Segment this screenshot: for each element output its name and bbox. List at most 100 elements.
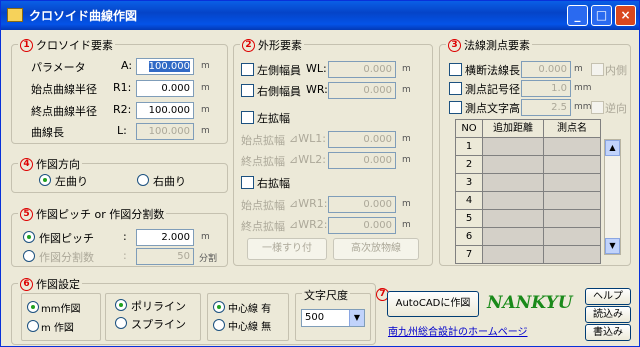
inside-checkbox[interactable]: [591, 63, 604, 76]
table-cell-distance[interactable]: [482, 137, 544, 156]
table-scrollbar[interactable]: ▲ ▼: [604, 139, 621, 255]
settings-title: 作図設定: [36, 278, 80, 291]
section-number-2: 2: [242, 38, 255, 52]
table-cell-name[interactable]: [543, 209, 601, 228]
table-cell-name[interactable]: [543, 137, 601, 156]
right-curve-radio[interactable]: [137, 174, 149, 186]
table-cell-distance[interactable]: [482, 209, 544, 228]
table-header-name: 測点名: [543, 119, 601, 138]
left-widen-start-input[interactable]: 0.000: [328, 131, 396, 148]
left-width-label: 左側幅員: [257, 64, 301, 77]
homepage-link[interactable]: 南九州総合設計のホームページ: [388, 323, 528, 338]
length-input[interactable]: 100.000: [136, 123, 194, 140]
scroll-down-icon[interactable]: ▼: [605, 238, 620, 254]
left-widen-end-key: ⊿WL2:: [289, 153, 326, 166]
symbol-size-checkbox[interactable]: [449, 82, 462, 95]
right-widen-label: 右拡幅: [257, 177, 290, 190]
table-cell-name[interactable]: [543, 245, 601, 264]
param-unit: m: [201, 61, 210, 71]
normal-length-input[interactable]: 0.000: [521, 61, 571, 78]
param-a-input[interactable]: 100.000: [136, 58, 194, 75]
help-button[interactable]: ヘルプ: [585, 288, 631, 305]
table-cell-distance[interactable]: [482, 155, 544, 174]
table-cell-name[interactable]: [543, 227, 601, 246]
reverse-checkbox[interactable]: [591, 101, 604, 114]
title-bar: クロソイド曲線作図 _ □ ×: [1, 1, 639, 30]
right-widen-checkbox[interactable]: [241, 176, 254, 189]
polyline-label: ポリライン: [131, 300, 186, 313]
m-unit-radio[interactable]: [27, 320, 39, 332]
right-widen-end-key: ⊿WR2:: [289, 218, 328, 231]
left-widen-end-input[interactable]: 0.000: [328, 152, 396, 169]
maximize-button[interactable]: □: [591, 5, 612, 26]
right-widen-end-unit: m: [402, 220, 411, 230]
right-width-label: 右側幅員: [257, 85, 301, 98]
division-input[interactable]: 50: [136, 248, 194, 265]
right-widen-end-input[interactable]: 0.000: [328, 217, 396, 234]
load-button[interactable]: 読込み: [585, 306, 631, 323]
right-width-key: WR:: [306, 83, 328, 96]
text-height-unit: mm: [574, 102, 592, 112]
app-icon: [7, 8, 23, 22]
division-radio[interactable]: [23, 250, 35, 262]
minimize-button[interactable]: _: [567, 5, 588, 26]
inside-label: 内側: [605, 64, 627, 77]
table-cell-distance[interactable]: [482, 245, 544, 264]
centerline-on-radio[interactable]: [213, 301, 225, 313]
right-widen-start-label: 始点拡幅: [241, 199, 285, 212]
param-key: A:: [121, 59, 133, 72]
text-height-checkbox[interactable]: [449, 101, 462, 114]
left-curve-radio[interactable]: [39, 174, 51, 186]
right-widen-start-key: ⊿WR1:: [289, 197, 328, 210]
table-cell-name[interactable]: [543, 155, 601, 174]
normal-length-label: 横断法線長: [465, 64, 520, 77]
parabola-button[interactable]: 高次放物線: [333, 238, 419, 260]
m-unit-label: m 作図: [41, 323, 74, 334]
mm-unit-radio[interactable]: [27, 301, 39, 313]
table-row-num: 1: [455, 137, 483, 156]
text-height-input[interactable]: 2.5: [521, 99, 571, 116]
pitch-title: 作図ピッチ or 作図分割数: [36, 208, 165, 221]
linear-blend-button[interactable]: 一様すり付: [247, 238, 327, 260]
table-cell-distance[interactable]: [482, 227, 544, 246]
left-width-checkbox[interactable]: [241, 63, 254, 76]
left-width-input[interactable]: 0.000: [328, 61, 396, 78]
right-widen-start-input[interactable]: 0.000: [328, 196, 396, 213]
pitch-radio[interactable]: [23, 231, 35, 243]
centerline-off-radio[interactable]: [213, 319, 225, 331]
autocad-draw-button[interactable]: AutoCADに作図: [387, 291, 479, 317]
division-key: :: [123, 249, 127, 262]
symbol-size-input[interactable]: 1.0: [521, 80, 571, 97]
right-widen-end-label: 終点拡幅: [241, 220, 285, 233]
table-header-distance: 追加距離: [482, 119, 544, 138]
survey-title: 法線測点要素: [464, 39, 530, 52]
spline-radio[interactable]: [115, 317, 127, 329]
r2-input[interactable]: 100.000: [136, 102, 194, 119]
length-key: L:: [117, 124, 127, 137]
polyline-radio[interactable]: [115, 299, 127, 311]
right-width-checkbox[interactable]: [241, 84, 254, 97]
r1-key: R1:: [113, 81, 132, 94]
left-widen-checkbox[interactable]: [241, 111, 254, 124]
save-button[interactable]: 書込み: [585, 324, 631, 341]
table-cell-name[interactable]: [543, 191, 601, 210]
text-scale-select[interactable]: 500 ▼: [301, 309, 365, 327]
outer-title: 外形要素: [258, 39, 302, 52]
section-number-4: 4: [20, 157, 33, 171]
table-row-num: 7: [455, 245, 483, 264]
close-button[interactable]: ×: [615, 5, 636, 26]
r2-label: 終点曲線半径: [31, 105, 97, 118]
right-curve-label: 右曲り: [153, 175, 186, 188]
table-cell-name[interactable]: [543, 173, 601, 192]
table-row-num: 3: [455, 173, 483, 192]
right-width-input[interactable]: 0.000: [328, 82, 396, 99]
table-header-no: NO: [455, 119, 483, 138]
table-cell-distance[interactable]: [482, 173, 544, 192]
main-window: クロソイド曲線作図 _ □ × 1 クロソイド要素 パラメータ A: 100.00…: [0, 0, 640, 347]
window-title: クロソイド曲線作図: [29, 9, 138, 23]
table-cell-distance[interactable]: [482, 191, 544, 210]
r1-input[interactable]: 0.000: [136, 80, 194, 97]
normal-length-checkbox[interactable]: [449, 63, 462, 76]
scroll-up-icon[interactable]: ▲: [605, 140, 620, 156]
pitch-input[interactable]: 2.000: [136, 229, 194, 246]
